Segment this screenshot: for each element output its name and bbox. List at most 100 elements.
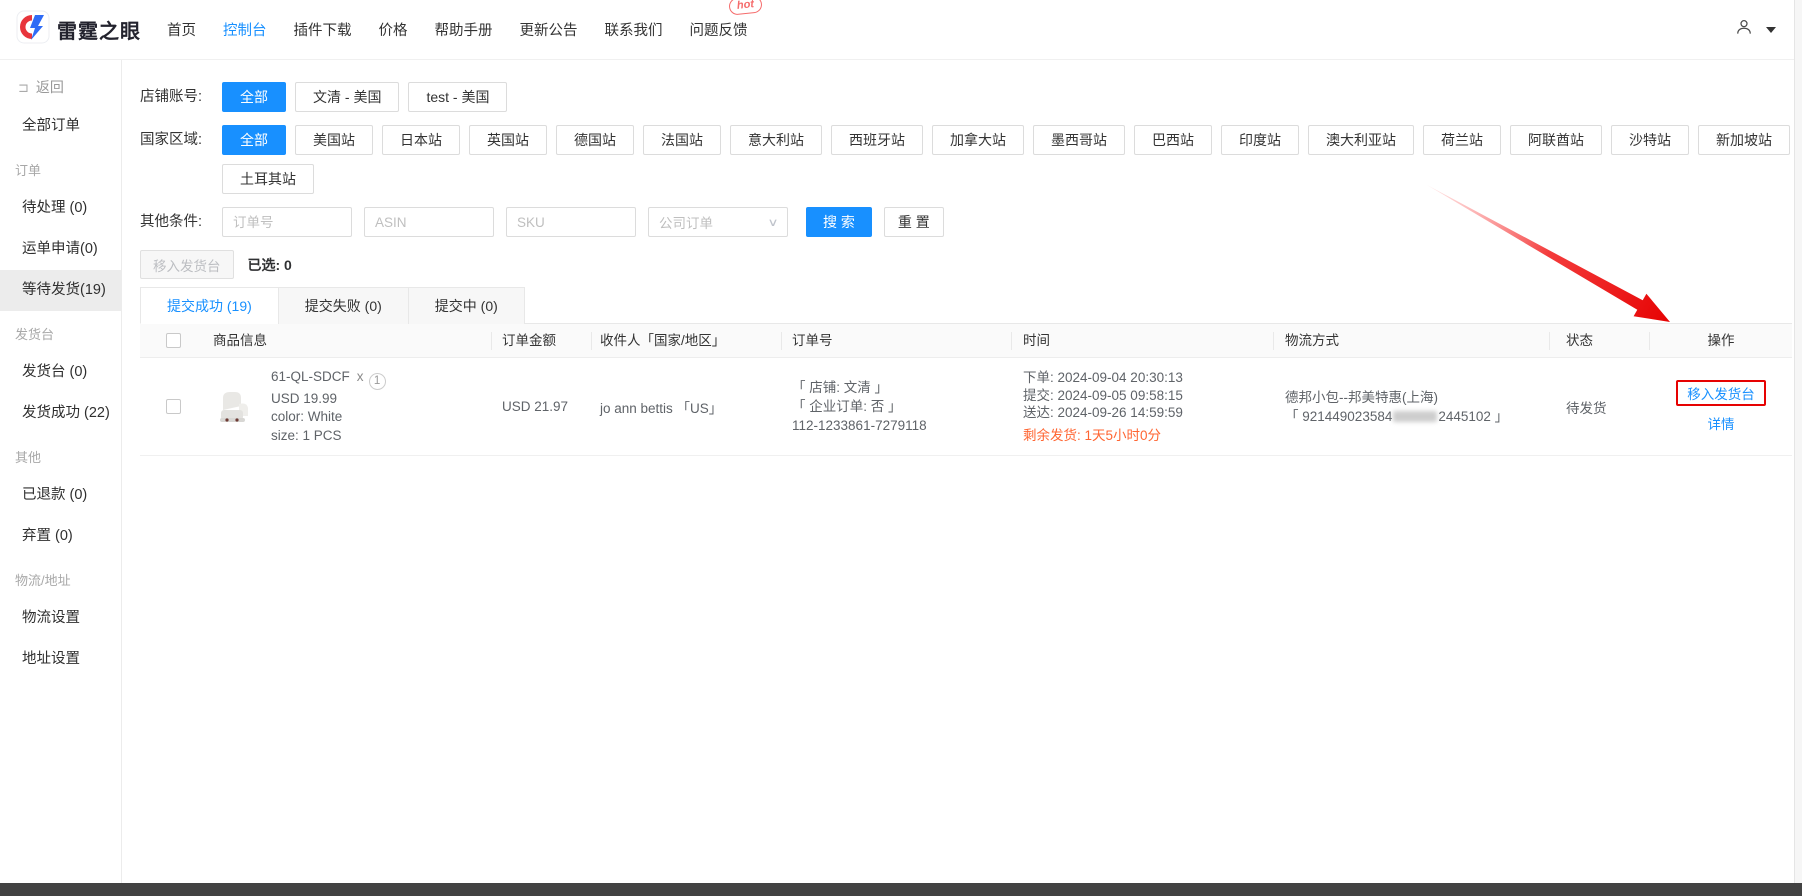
user-icon[interactable] bbox=[1734, 17, 1754, 42]
nav-item[interactable]: 更新公告 bbox=[520, 19, 578, 40]
app-logo[interactable]: 雷霆之眼 bbox=[16, 10, 141, 49]
quantity-badge: 1 bbox=[368, 372, 386, 390]
nav-item[interactable]: 首页 bbox=[167, 19, 196, 40]
sidebar-item[interactable]: 地址设置 bbox=[0, 639, 121, 680]
sidebar-item[interactable]: 物流设置 bbox=[0, 598, 121, 639]
sku-input[interactable] bbox=[506, 207, 636, 237]
country-filter-button[interactable]: 加拿大站 bbox=[932, 125, 1024, 155]
main-nav: hot 首页 控制台 插件下载 价格 帮助手册 更新公告 联系我们 问题反馈 bbox=[167, 0, 763, 40]
country-filter-button[interactable]: 荷兰站 bbox=[1423, 125, 1501, 155]
move-to-ship-desk-link[interactable]: 移入发货台 bbox=[1687, 387, 1755, 402]
country-filter-button[interactable]: 日本站 bbox=[382, 125, 460, 155]
actions-cell: 移入发货台 详情 bbox=[1650, 380, 1792, 433]
country-filter-button[interactable]: 全部 bbox=[222, 125, 286, 155]
country-filter-button[interactable]: 沙特站 bbox=[1611, 125, 1689, 155]
order-info-line: 112-1233861-7279118 bbox=[792, 418, 927, 433]
shop-account-filter-button[interactable]: 全部 bbox=[222, 82, 286, 112]
shop-account-label: 店铺账号: bbox=[140, 89, 203, 105]
country-filter-button[interactable]: 法国站 bbox=[643, 125, 721, 155]
other-conditions-label: 其他条件: bbox=[140, 214, 203, 230]
app-page: 雷霆之眼 hot 首页 控制台 插件下载 价格 帮助手册 更新公告 联系我们 问… bbox=[0, 0, 1802, 896]
order-number-info: 「 店铺: 文清 」「 企业订单: 否 」 112-1233861-7279118 bbox=[792, 378, 1012, 435]
tab[interactable]: 提交中 (0) bbox=[407, 287, 525, 324]
shop-account-options: 全部 文清 - 美国 test - 美国 bbox=[222, 82, 508, 112]
sidebar-item[interactable]: ⊐ 返回 bbox=[0, 68, 121, 106]
product-thumbnail[interactable] bbox=[213, 383, 259, 430]
order-table-row: 61-QL-SDCF x 1 USD 19.99 color: White size… bbox=[140, 358, 1792, 456]
order-info-line: 「 企业订单: 否 」 bbox=[792, 399, 902, 414]
product-color: color: White bbox=[271, 409, 343, 425]
shop-account-filter-button[interactable]: 文清 - 美国 bbox=[295, 82, 400, 112]
order-number-input[interactable] bbox=[222, 207, 352, 237]
country-filter-button[interactable]: 阿联酋站 bbox=[1510, 125, 1602, 155]
product-info: 61-QL-SDCF x 1 USD 19.99 color: White size… bbox=[213, 368, 492, 445]
product-sku: 61-QL-SDCF bbox=[271, 368, 350, 384]
country-label: 国家区域: bbox=[140, 132, 203, 148]
tab[interactable]: 提交成功 (19) bbox=[140, 287, 279, 324]
sidebar-item: 订单 bbox=[15, 163, 42, 178]
user-dropdown-caret-icon[interactable] bbox=[1766, 26, 1776, 33]
back-icon: ⊐ bbox=[18, 80, 29, 95]
nav-item[interactable]: 插件下载 bbox=[294, 19, 352, 40]
reset-button[interactable]: 重 置 bbox=[883, 207, 944, 237]
vertical-scrollbar[interactable] bbox=[1794, 0, 1802, 883]
col-logistics-method: 物流方式 bbox=[1274, 331, 1550, 350]
nav-item[interactable]: 帮助手册 bbox=[435, 19, 493, 40]
country-filter-button[interactable]: 墨西哥站 bbox=[1033, 125, 1125, 155]
detail-link[interactable]: 详情 bbox=[1650, 413, 1792, 433]
tab[interactable]: 提交失败 (0) bbox=[277, 287, 409, 324]
select-caret-icon: ∨ bbox=[767, 216, 779, 229]
country-filter-button[interactable]: 印度站 bbox=[1221, 125, 1299, 155]
logistics-method: 德邦小包--邦美特惠(上海) bbox=[1285, 389, 1438, 405]
sidebar-item[interactable]: 发货台 (0) bbox=[0, 352, 121, 393]
move-to-ship-desk-button-disabled[interactable]: 移入发货台 bbox=[140, 250, 234, 279]
sidebar-item[interactable]: 已退款 (0) bbox=[0, 475, 121, 516]
country-filter-button[interactable]: 德国站 bbox=[556, 125, 634, 155]
tracking-redacted-blur bbox=[1393, 411, 1438, 423]
time-line: 下单: 2024-09-04 20:30:13 bbox=[1023, 370, 1183, 386]
logo-text: 雷霆之眼 bbox=[57, 21, 141, 43]
sidebar-item[interactable]: 弃置 (0) bbox=[0, 516, 121, 557]
col-order-number: 订单号 bbox=[782, 331, 1012, 350]
main-content: 店铺账号: 全部 文清 - 美国 test - 美国 国家区域: 全部 美国站 bbox=[122, 60, 1794, 883]
country-filter-button[interactable]: 意大利站 bbox=[730, 125, 822, 155]
order-amount: USD 21.97 bbox=[502, 399, 569, 414]
product-price: USD 19.99 bbox=[271, 390, 338, 406]
sidebar-item[interactable]: 发货成功 (22) bbox=[0, 393, 121, 434]
row-checkbox[interactable] bbox=[166, 399, 181, 415]
remaining-ship-time: 剩余发货: 1天5小时0分 bbox=[1023, 427, 1162, 443]
sidebar-item[interactable]: 待处理 (0) bbox=[0, 188, 121, 229]
company-order-select[interactable]: 公司订单 ∨ bbox=[648, 207, 788, 237]
other-conditions-inputs: 公司订单 ∨ 搜 索 重 置 bbox=[222, 207, 944, 237]
country-filter-button[interactable]: 西班牙站 bbox=[831, 125, 923, 155]
time-line: 送达: 2024-09-26 14:59:59 bbox=[1023, 405, 1183, 421]
sidebar-item[interactable]: 运单申请(0) bbox=[0, 229, 121, 270]
product-size: size: 1 PCS bbox=[271, 427, 342, 443]
shop-account-filter-button[interactable]: test - 美国 bbox=[408, 82, 508, 112]
asin-input[interactable] bbox=[364, 207, 494, 237]
order-info-line: 「 店铺: 文清 」 bbox=[792, 380, 889, 395]
sidebar-item[interactable]: 全部订单 bbox=[0, 106, 121, 147]
sidebar: ⊐ 返回 全部订单 订单 待处理 (0) 运单申请(0) 等待发货(19) 发货… bbox=[0, 60, 122, 883]
selected-count-label: 已选: 0 bbox=[247, 256, 292, 273]
country-filter-button[interactable]: 澳大利亚站 bbox=[1308, 125, 1414, 155]
recipient: jo ann bettis 「US」 bbox=[600, 400, 723, 416]
col-order-amount: 订单金额 bbox=[492, 331, 592, 350]
nav-item[interactable]: 价格 bbox=[379, 19, 408, 40]
country-filter-button[interactable]: 巴西站 bbox=[1134, 125, 1212, 155]
country-options: 全部 美国站 日本站 英国站 德国站 法国站 意大利站 西班牙站 加拿大站 墨西… bbox=[222, 125, 1794, 194]
country-filter-button[interactable]: 美国站 bbox=[295, 125, 373, 155]
hot-badge: hot bbox=[728, 0, 763, 16]
tracking-number: 「 921449023584 2445102 」 bbox=[1285, 408, 1509, 424]
country-filter-button[interactable]: 英国站 bbox=[469, 125, 547, 155]
top-header: 雷霆之眼 hot 首页 控制台 插件下载 价格 帮助手册 更新公告 联系我们 问… bbox=[0, 0, 1802, 60]
select-all-checkbox[interactable] bbox=[166, 333, 181, 349]
nav-item[interactable]: 问题反馈 bbox=[690, 19, 748, 40]
nav-item[interactable]: 联系我们 bbox=[605, 19, 663, 40]
country-filter-button[interactable]: 土耳其站 bbox=[222, 164, 314, 194]
sidebar-item[interactable]: 等待发货(19) bbox=[0, 270, 121, 311]
search-button[interactable]: 搜 索 bbox=[806, 207, 872, 237]
country-filter-button[interactable]: 新加坡站 bbox=[1698, 125, 1790, 155]
sidebar-item: 发货台 bbox=[15, 327, 55, 342]
nav-item[interactable]: 控制台 bbox=[223, 19, 267, 40]
